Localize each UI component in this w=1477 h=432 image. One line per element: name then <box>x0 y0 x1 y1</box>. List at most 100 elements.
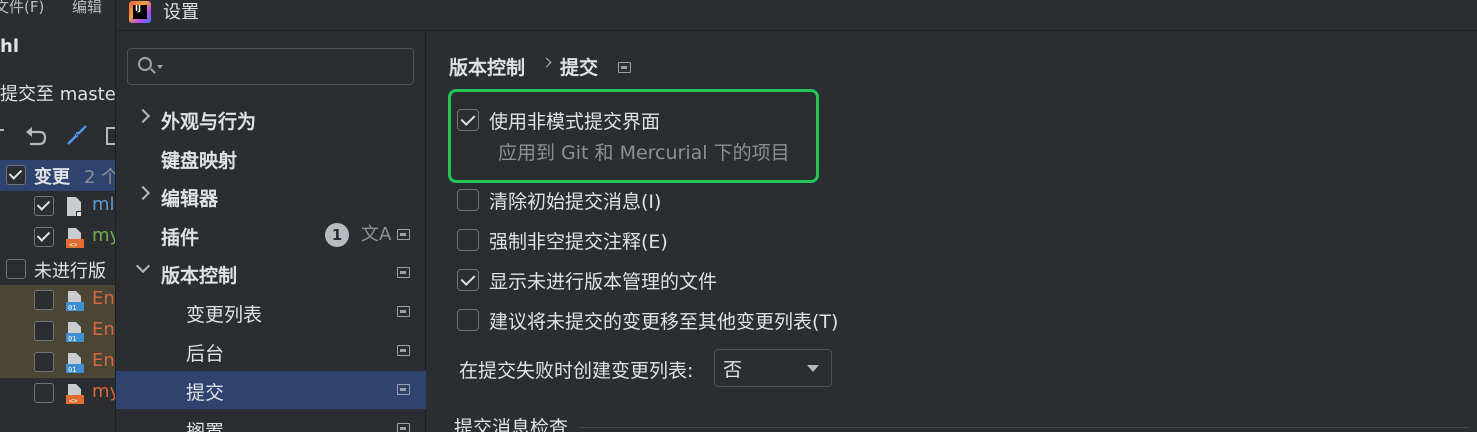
svg-text:<>: <> <box>69 241 77 249</box>
svg-text:<>: <> <box>69 397 77 405</box>
suggest-move-checkbox[interactable] <box>457 309 479 331</box>
nav-label: 后台 <box>186 343 225 365</box>
non-modal-hint: 应用到 Git 和 Mercurial 下的项目 <box>498 142 790 164</box>
file-icon <box>67 197 82 217</box>
file-checkbox[interactable] <box>34 227 54 247</box>
binary-file-icon: 01 <box>66 322 84 343</box>
project-name: hl <box>0 36 19 57</box>
file-checkbox[interactable] <box>34 290 54 310</box>
svg-text:01: 01 <box>68 335 76 343</box>
nav-editor[interactable]: 编辑器 <box>116 177 426 215</box>
nav-label: 搁置 <box>186 421 225 432</box>
project-scope-icon <box>397 306 410 317</box>
select-value: 否 <box>723 359 743 381</box>
menu-edit[interactable]: 编辑 <box>72 0 102 17</box>
chevron-right-icon[interactable] <box>135 185 151 201</box>
xml-file-icon: <> <box>66 384 84 405</box>
nav-label: 键盘映射 <box>161 150 238 172</box>
commit-checks-section-title: 提交消息检查 <box>454 417 569 432</box>
nav-appearance[interactable]: 外观与行为 <box>116 100 426 138</box>
show-unversioned-checkbox[interactable] <box>457 269 479 291</box>
changes-group-row[interactable]: 变更 2 个 <box>0 160 115 191</box>
nav-plugins[interactable]: 插件 1 文A <box>116 216 426 254</box>
file-name: my <box>92 225 115 246</box>
highlight-box <box>448 89 819 183</box>
project-scope-icon <box>618 62 631 73</box>
search-icon <box>138 57 152 71</box>
project-scope-icon <box>397 384 410 395</box>
rollback-icon[interactable] <box>22 122 48 150</box>
settings-search-input[interactable] <box>127 48 414 85</box>
changes-checkbox[interactable] <box>6 165 26 185</box>
breadcrumb-parent[interactable]: 版本控制 <box>449 53 525 80</box>
nav-commit[interactable]: 提交 <box>116 371 426 409</box>
plugins-update-badge: 1 <box>325 223 349 247</box>
file-name: my <box>92 381 115 402</box>
nav-keymap[interactable]: 键盘映射 <box>116 139 426 177</box>
nav-changelists[interactable]: 变更列表 <box>116 293 426 331</box>
breadcrumb-separator-icon <box>541 57 552 68</box>
nav-label: 版本控制 <box>161 265 238 287</box>
chevron-down-icon[interactable] <box>807 365 819 372</box>
project-scope-icon <box>397 229 410 240</box>
option-label: 显示未进行版本管理的文件 <box>489 271 718 293</box>
file-name: En <box>92 350 115 371</box>
nav-label: 变更列表 <box>186 304 263 326</box>
dialog-title: 设置 <box>163 2 199 23</box>
commit-target-label: 提交至 master <box>0 84 115 105</box>
file-row[interactable]: <> my <box>0 222 115 253</box>
file-name: En <box>92 288 115 309</box>
changes-count: 2 个 <box>84 167 115 188</box>
nav-label: 外观与行为 <box>161 111 257 133</box>
svg-text:01: 01 <box>68 304 76 312</box>
unversioned-label: 未进行版 <box>34 261 106 282</box>
dialog-titlebar[interactable]: IJ 设置 <box>116 0 1477 31</box>
unversioned-file-row[interactable]: <> my <box>0 378 115 409</box>
chevron-down-icon[interactable] <box>135 258 151 274</box>
chevron-right-icon[interactable] <box>135 108 151 124</box>
nav-label: 插件 <box>161 227 200 249</box>
nav-label: 编辑器 <box>161 188 219 210</box>
nav-version-control[interactable]: 版本控制 <box>116 254 426 292</box>
file-name: En <box>92 319 115 340</box>
force-comment-checkbox[interactable] <box>457 229 479 251</box>
group-icon[interactable] <box>104 122 115 150</box>
translate-icon: 文A <box>361 224 392 245</box>
unversioned-file-row[interactable]: 01 En <box>0 285 115 316</box>
xml-file-icon: <> <box>66 228 84 249</box>
nav-label: 提交 <box>186 382 225 404</box>
diff-icon[interactable] <box>64 122 90 150</box>
unversioned-file-row[interactable]: 01 En <box>0 347 115 378</box>
project-scope-icon <box>397 267 410 278</box>
changelist-on-fail-select[interactable]: 否 <box>714 349 832 387</box>
file-checkbox[interactable] <box>34 196 54 216</box>
refresh-icon[interactable] <box>0 122 16 150</box>
option-label: 建议将未提交的变更移至其他变更列表(T) <box>489 311 839 333</box>
section-divider <box>579 427 1469 428</box>
ide-background-panel: 文件(F) 编辑 hl 提交至 master 变更 2 个 ml <> my 未… <box>0 0 115 432</box>
file-checkbox[interactable] <box>34 383 54 403</box>
settings-content: 版本控制 提交 使用非模式提交界面 应用到 Git 和 Mercurial 下的… <box>427 32 1477 432</box>
project-scope-icon <box>397 423 410 432</box>
search-dropdown-icon[interactable] <box>157 65 163 69</box>
menu-file[interactable]: 文件(F) <box>0 0 44 17</box>
nav-background[interactable]: 后台 <box>116 332 426 370</box>
option-label: 清除初始提交消息(I) <box>489 191 662 213</box>
commit-toolbar <box>0 122 115 150</box>
unversioned-checkbox[interactable] <box>6 259 26 279</box>
nav-shelf[interactable]: 搁置 <box>116 410 426 432</box>
settings-dialog: IJ 设置 外观与行为 键盘映射 编辑器 插件 1 文A 版本控制 变更列表 后… <box>115 0 1477 432</box>
file-checkbox[interactable] <box>34 321 54 341</box>
intellij-logo-icon: IJ <box>129 1 151 23</box>
file-row[interactable]: ml <box>0 191 115 222</box>
option-label: 使用非模式提交界面 <box>489 111 661 133</box>
clear-initial-checkbox[interactable] <box>457 189 479 211</box>
unversioned-file-row[interactable]: 01 En <box>0 316 115 347</box>
file-checkbox[interactable] <box>34 352 54 372</box>
unversioned-group-row[interactable]: 未进行版 <box>0 254 115 285</box>
settings-sidebar: 外观与行为 键盘映射 编辑器 插件 1 文A 版本控制 变更列表 后台 提交 搁… <box>116 32 426 432</box>
non-modal-checkbox[interactable] <box>457 109 479 131</box>
changelist-on-fail-label: 在提交失败时创建变更列表: <box>459 360 694 382</box>
binary-file-icon: 01 <box>66 291 84 312</box>
svg-text:01: 01 <box>68 366 76 374</box>
